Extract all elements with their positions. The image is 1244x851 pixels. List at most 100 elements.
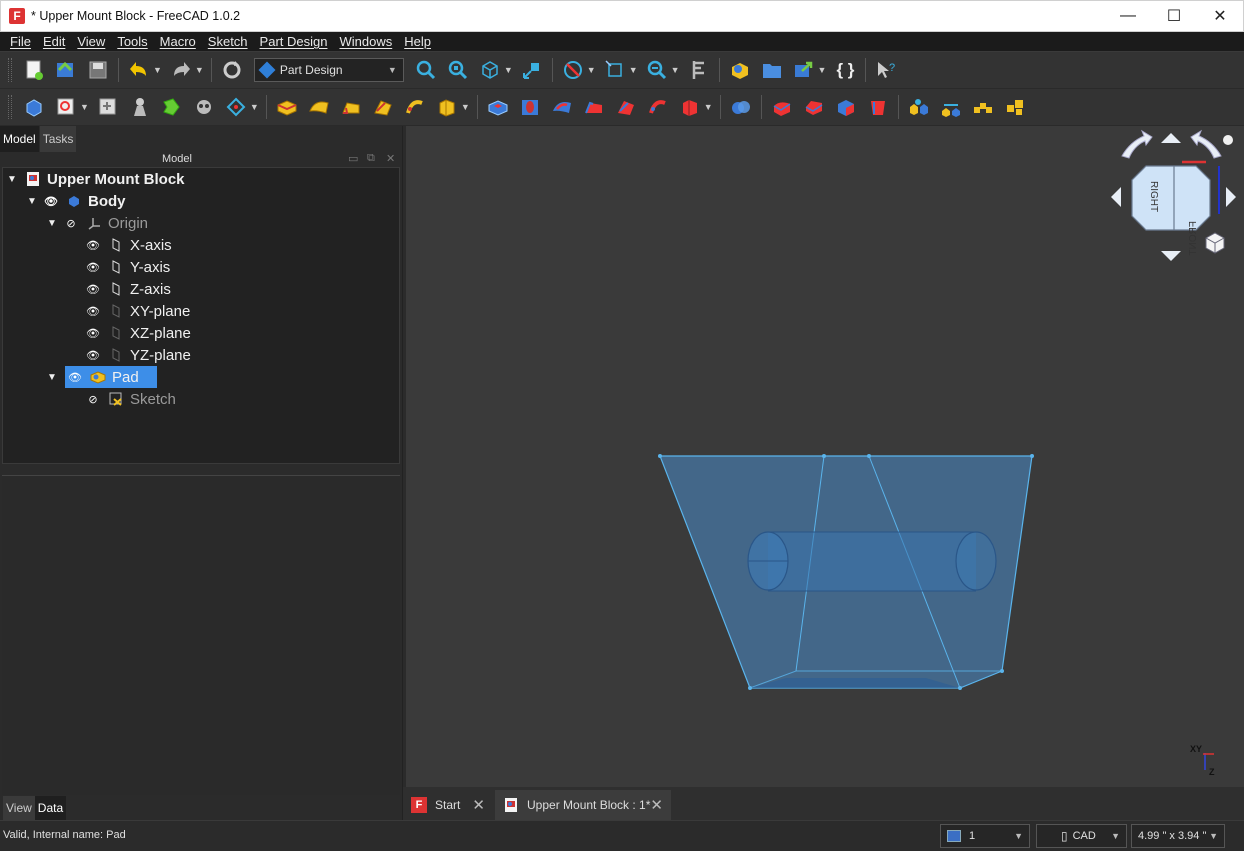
panel-close-icon[interactable]: ✕ <box>386 152 395 165</box>
eye-hidden-icon[interactable]: ⊘ <box>65 217 77 230</box>
menu-macro[interactable]: Macro <box>154 34 202 49</box>
menu-edit[interactable]: Edit <box>37 34 71 49</box>
dimensions-selector[interactable]: 4.99 " x 3.94 " ▼ <box>1131 824 1225 848</box>
eye-icon[interactable]: 👁 <box>68 371 82 384</box>
close-tab-icon[interactable]: ✕ <box>472 796 485 814</box>
subtractive-primitive-dropdown-icon[interactable]: ▼ <box>704 102 713 112</box>
fit-selection-icon[interactable] <box>445 57 471 83</box>
eye-icon[interactable]: 👁 <box>86 327 100 340</box>
eye-hidden-icon[interactable]: ⊘ <box>87 393 99 406</box>
fit-all-icon[interactable] <box>413 57 439 83</box>
view-cube-dropdown-icon[interactable]: ▼ <box>629 65 638 75</box>
link-actions-icon[interactable] <box>791 57 817 83</box>
tree-item-document[interactable]: ▼ Upper Mount Block <box>7 168 185 190</box>
save-icon[interactable] <box>85 57 111 83</box>
maximize-button[interactable]: ☐ <box>1151 1 1197 31</box>
expand-arrow-icon[interactable]: ▼ <box>47 218 57 229</box>
pad-icon[interactable] <box>274 94 300 120</box>
revolution-icon[interactable] <box>306 94 332 120</box>
subtractive-primitive-icon[interactable] <box>677 94 703 120</box>
tree-item-xz-plane[interactable]: 👁 XZ-plane <box>86 322 191 344</box>
3d-viewport[interactable]: RIGHT FRONT XY Z <box>406 126 1244 787</box>
datum-plane-icon[interactable] <box>223 94 249 120</box>
additive-helix-icon[interactable] <box>402 94 428 120</box>
tab-model[interactable]: Model <box>0 126 39 152</box>
create-sketch-icon[interactable] <box>53 94 79 120</box>
rotate-left-icon[interactable] <box>1121 129 1153 159</box>
redo-icon[interactable] <box>168 57 194 83</box>
page-selector[interactable]: 1 ▼ <box>940 824 1030 848</box>
clone-icon[interactable] <box>191 94 217 120</box>
additive-pipe-icon[interactable] <box>370 94 396 120</box>
tree-item-xy-plane[interactable]: 👁 XY-plane <box>86 300 190 322</box>
draft-icon[interactable] <box>833 94 859 120</box>
menu-view[interactable]: View <box>71 34 111 49</box>
groove-icon[interactable] <box>549 94 575 120</box>
nav-right-arrow-icon[interactable] <box>1226 187 1236 207</box>
link-dropdown-icon[interactable]: ▼ <box>818 65 827 75</box>
navigation-style-selector[interactable]: ▯ CAD ▼ <box>1036 824 1127 848</box>
menu-help[interactable]: Help <box>398 34 437 49</box>
zoom-dropdown-icon[interactable]: ▼ <box>671 65 680 75</box>
subtractive-loft-icon[interactable] <box>581 94 607 120</box>
additive-loft-icon[interactable] <box>338 94 364 120</box>
tab-tasks[interactable]: Tasks <box>39 126 77 152</box>
draw-style-icon[interactable] <box>560 57 586 83</box>
undo-dropdown-icon[interactable]: ▼ <box>153 65 162 75</box>
close-button[interactable]: ✕ <box>1197 1 1243 31</box>
create-body-icon[interactable] <box>21 94 47 120</box>
menu-part-design[interactable]: Part Design <box>254 34 334 49</box>
tree-item-y-axis[interactable]: 👁 Y-axis <box>86 256 170 278</box>
additive-primitive-dropdown-icon[interactable]: ▼ <box>461 102 470 112</box>
eye-icon[interactable]: 👁 <box>86 305 100 318</box>
open-document-icon[interactable] <box>53 57 79 83</box>
eye-icon[interactable]: 👁 <box>86 349 100 362</box>
new-document-icon[interactable] <box>21 57 47 83</box>
fillet-icon[interactable] <box>769 94 795 120</box>
linear-pattern-icon[interactable] <box>938 94 964 120</box>
undo-icon[interactable] <box>126 57 152 83</box>
close-tab-icon[interactable]: ✕ <box>650 796 663 814</box>
validate-sketch-icon[interactable] <box>95 94 121 120</box>
part-icon[interactable] <box>727 57 753 83</box>
sketch-dropdown-icon[interactable]: ▼ <box>80 102 89 112</box>
chamfer-icon[interactable] <box>801 94 827 120</box>
hole-icon[interactable] <box>517 94 543 120</box>
view-cube-icon[interactable] <box>602 57 628 83</box>
standard-views-dropdown-icon[interactable]: ▼ <box>504 65 513 75</box>
tree-item-sketch[interactable]: ⊘ Sketch <box>87 388 175 410</box>
eye-icon[interactable]: 👁 <box>86 283 100 296</box>
additive-primitive-icon[interactable] <box>434 94 460 120</box>
eye-icon[interactable]: 👁 <box>86 239 100 252</box>
iso-view-cube-icon[interactable] <box>1205 232 1225 254</box>
redo-dropdown-icon[interactable]: ▼ <box>195 65 204 75</box>
subtractive-pipe-icon[interactable] <box>613 94 639 120</box>
minimize-button[interactable]: — <box>1105 1 1151 31</box>
datum-dropdown-icon[interactable]: ▼ <box>250 102 259 112</box>
shape-binder-icon[interactable] <box>127 94 153 120</box>
whats-this-icon[interactable]: ? <box>873 57 899 83</box>
thickness-icon[interactable] <box>865 94 891 120</box>
measure-icon[interactable] <box>686 57 712 83</box>
standard-views-icon[interactable] <box>477 57 503 83</box>
polar-pattern-icon[interactable] <box>970 94 996 120</box>
toolbar-grip[interactable] <box>8 58 12 82</box>
subshape-binder-icon[interactable] <box>159 94 185 120</box>
zoom-icon[interactable] <box>644 57 670 83</box>
nav-down-arrow-icon[interactable] <box>1161 251 1181 261</box>
menu-sketch[interactable]: Sketch <box>202 34 254 49</box>
subtractive-helix-icon[interactable] <box>645 94 671 120</box>
tree-item-origin[interactable]: ▼ ⊘ Origin <box>47 212 148 234</box>
menu-tools[interactable]: Tools <box>111 34 153 49</box>
navcube-right-face[interactable]: RIGHT <box>1148 181 1159 212</box>
bounding-box-icon[interactable] <box>519 57 545 83</box>
expand-arrow-icon[interactable]: ▼ <box>7 174 17 185</box>
tab-view[interactable]: View <box>3 796 35 822</box>
tab-upper-mount-block[interactable]: Upper Mount Block : 1* ✕ <box>495 790 671 820</box>
tree-item-z-axis[interactable]: 👁 Z-axis <box>86 278 171 300</box>
expand-arrow-icon[interactable]: ▼ <box>27 196 37 207</box>
expand-arrow-icon[interactable]: ▼ <box>47 372 57 383</box>
tree-item-pad-selection[interactable]: 👁 Pad <box>65 366 157 388</box>
nav-menu-icon[interactable] <box>1223 135 1233 145</box>
panel-float-icon[interactable]: ⧉ <box>367 152 375 165</box>
